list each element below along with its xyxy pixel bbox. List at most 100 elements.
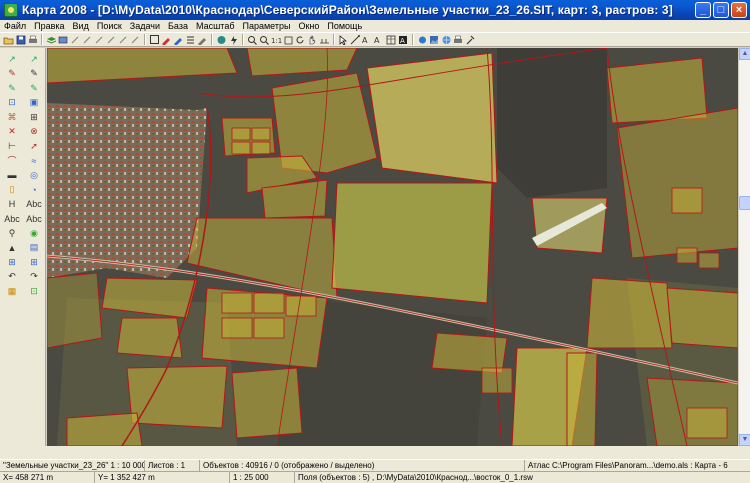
app-icon	[4, 3, 18, 17]
parcel	[606, 57, 708, 124]
minimize-button[interactable]: _	[695, 2, 711, 18]
tool-12-icon[interactable]: ⊗	[24, 125, 44, 139]
list-icon[interactable]	[185, 34, 196, 45]
tool-23-icon[interactable]: Abc	[2, 212, 22, 226]
open-icon[interactable]	[3, 34, 14, 45]
x-value: 458 271 m	[15, 473, 54, 482]
globe-icon[interactable]	[441, 34, 452, 45]
zoom-out-icon[interactable]	[259, 34, 270, 45]
tool-21-icon[interactable]: Н	[2, 197, 22, 211]
toolbar-separator	[242, 34, 244, 45]
edit-icon[interactable]	[161, 34, 172, 45]
tool-icon[interactable]	[465, 34, 476, 45]
vertical-scrollbar[interactable]: ▲ ▼	[738, 48, 750, 446]
tool-3-icon[interactable]: ✎	[2, 67, 22, 81]
pencil-icon[interactable]	[94, 34, 105, 45]
pencil-icon[interactable]	[82, 34, 93, 45]
menu-database[interactable]: База	[164, 20, 192, 32]
menu-edit[interactable]: Правка	[30, 20, 68, 32]
refresh-icon[interactable]	[295, 34, 306, 45]
tool-27-icon[interactable]: ▲	[2, 241, 22, 255]
svg-text:A: A	[374, 36, 380, 45]
tool-31-icon[interactable]: ↶	[2, 270, 22, 284]
tool-22-icon[interactable]: Abc	[24, 197, 44, 211]
tool-16-icon[interactable]: ≈	[24, 154, 44, 168]
maximize-button[interactable]: □	[713, 2, 729, 18]
tool-14-icon[interactable]: ➚	[24, 139, 44, 153]
menu-search[interactable]: Поиск	[93, 20, 126, 32]
tool-33-icon[interactable]: ▦	[2, 284, 22, 298]
town-area	[47, 103, 207, 278]
map-view[interactable]	[47, 48, 738, 446]
tool-7-icon[interactable]: ⊡	[2, 96, 22, 110]
tool-9-icon[interactable]: ⌘	[2, 110, 22, 124]
globe-icon[interactable]	[216, 34, 227, 45]
tool-26-icon[interactable]: ◉	[24, 226, 44, 240]
menu-scale[interactable]: Масштаб	[192, 20, 239, 32]
menu-help[interactable]: Помощь	[323, 20, 366, 32]
select-frame-icon[interactable]	[149, 34, 160, 45]
gear-icon[interactable]	[417, 34, 428, 45]
tool-15-icon[interactable]: ⌒	[2, 154, 22, 168]
pencil-icon[interactable]	[130, 34, 141, 45]
tool-11-icon[interactable]: ✕	[2, 125, 22, 139]
tool-5-icon[interactable]: ✎	[2, 81, 22, 95]
select-icon[interactable]	[338, 34, 349, 45]
text-icon[interactable]: A	[362, 34, 373, 45]
pencil-icon[interactable]	[70, 34, 81, 45]
pencil-icon[interactable]	[106, 34, 117, 45]
scale-1-1-icon[interactable]: 1:1	[271, 34, 282, 45]
tool-4-icon[interactable]: ✎	[24, 67, 44, 81]
tool-19-icon[interactable]: ▯	[2, 183, 22, 197]
menu-view[interactable]: Вид	[69, 20, 93, 32]
menu-parameters[interactable]: Параметры	[238, 20, 294, 32]
tool-13-icon[interactable]: ⊢	[2, 139, 22, 153]
tool-18-icon[interactable]: ◎	[24, 168, 44, 182]
layers-icon[interactable]	[58, 34, 69, 45]
lightning-icon[interactable]	[228, 34, 239, 45]
table-icon[interactable]	[386, 34, 397, 45]
menu-bar: Файл Правка Вид Поиск Задачи База Масшта…	[0, 20, 750, 32]
tool-30-icon[interactable]: ⊞	[24, 255, 44, 269]
print-icon[interactable]	[27, 34, 38, 45]
tool-29-icon[interactable]: ⊞	[2, 255, 22, 269]
tool-32-icon[interactable]: ↷	[24, 270, 44, 284]
menu-file[interactable]: Файл	[0, 20, 30, 32]
pan-icon[interactable]	[307, 34, 318, 45]
tool-20-icon[interactable]: ◔	[24, 183, 44, 197]
layers-icon[interactable]	[46, 34, 57, 45]
close-button[interactable]: ×	[731, 2, 747, 18]
text-icon[interactable]: A	[374, 34, 385, 45]
plot	[676, 247, 698, 264]
edit-icon[interactable]	[197, 34, 208, 45]
tool-24-icon[interactable]: Abc	[24, 212, 44, 226]
text-icon[interactable]: A	[398, 34, 409, 45]
measure-icon[interactable]	[350, 34, 361, 45]
tool-8-icon[interactable]: ▣	[24, 96, 44, 110]
edit-icon[interactable]	[173, 34, 184, 45]
tool-28-icon[interactable]: ▤	[24, 241, 44, 255]
parcel	[331, 182, 493, 304]
scroll-up-icon[interactable]: ▲	[739, 48, 750, 60]
pencil-icon[interactable]	[118, 34, 129, 45]
status-sheets: Листов : 1	[145, 460, 200, 471]
print-icon[interactable]	[453, 34, 464, 45]
tool-2-icon[interactable]: ↗	[24, 52, 44, 66]
image-icon[interactable]	[429, 34, 440, 45]
menu-tasks[interactable]: Задачи	[126, 20, 164, 32]
tool-17-icon[interactable]: ▬	[2, 168, 22, 182]
fit-icon[interactable]	[283, 34, 294, 45]
map-canvas[interactable]	[47, 48, 738, 446]
zoom-in-icon[interactable]	[247, 34, 258, 45]
tool-10-icon[interactable]: ⊞	[24, 110, 44, 124]
menu-window[interactable]: Окно	[294, 20, 323, 32]
tool-25-icon[interactable]: ⚲	[2, 226, 22, 240]
scroll-down-icon[interactable]: ▼	[739, 434, 750, 446]
tool-1-icon[interactable]: ↗	[2, 52, 22, 66]
tool-6-icon[interactable]: ✎	[24, 81, 44, 95]
plot	[251, 127, 271, 141]
scale-icon[interactable]	[319, 34, 330, 45]
save-icon[interactable]	[15, 34, 26, 45]
tool-34-icon[interactable]: ⊡	[24, 284, 44, 298]
scroll-thumb[interactable]	[739, 196, 750, 210]
